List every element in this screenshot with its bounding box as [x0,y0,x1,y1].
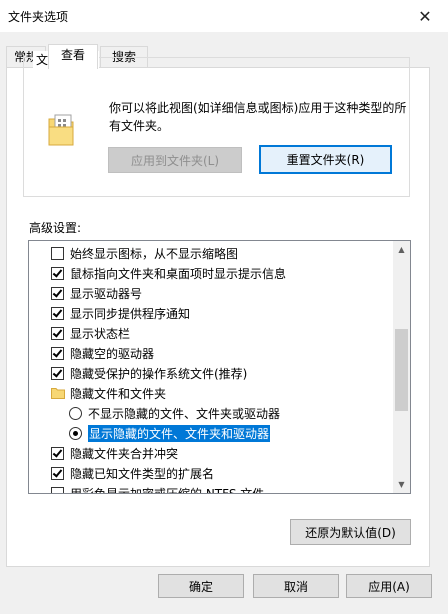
restore-defaults-label: 还原为默认值(D) [305,525,396,540]
checkmark-icon [52,346,63,358]
tree-row-checkbox[interactable]: 始终显示图标，从不显示缩略图 [29,243,393,263]
checkmark-icon [52,366,63,378]
ok-button[interactable]: 确定 [158,574,244,598]
tree-row-checkbox[interactable]: 隐藏已知文件类型的扩展名 [29,463,393,483]
tree-row-label: 显示驱动器号 [70,286,143,301]
advanced-settings-tree[interactable]: 始终显示图标，从不显示缩略图 鼠标指向文件夹和桌面项时显示提示信息 显示驱动器号 显示… [28,240,411,494]
checkbox-checked[interactable] [51,266,64,280]
tree-row-radio[interactable]: 显示隐藏的文件、文件夹和驱动器 [29,423,393,443]
title-bar: 文件夹选项 ✕ [0,0,448,32]
tree-row-label: 始终显示图标，从不显示缩略图 [70,246,239,261]
checkbox-checked[interactable] [51,286,64,300]
checkmark-icon [52,286,63,298]
close-button[interactable]: ✕ [402,0,448,32]
reset-folders-label: 重置文件夹(R) [286,153,365,167]
checkmark-icon [52,306,63,318]
checkmark-icon [52,326,63,338]
folder-view-icon [48,114,74,146]
folder-views-description: 你可以将此视图(如详细信息或图标)应用于这种类型的所有文件夹。 [109,101,407,133]
checkmark-icon [52,446,63,458]
checkmark-icon [52,466,63,478]
restore-defaults-button[interactable]: 还原为默认值(D) [290,519,411,545]
folder-icon [51,388,65,399]
tab-view[interactable]: 查看 [48,44,98,69]
tree-row-checkbox[interactable]: 用彩色显示加密或压缩的 NTFS 文件 [29,483,393,494]
checkbox-checked[interactable] [51,326,64,340]
tree-row-checkbox[interactable]: 隐藏文件夹合并冲突 [29,443,393,463]
tree-row-radio[interactable]: 不显示隐藏的文件、文件夹或驱动器 [29,403,393,423]
tree-row-label: 隐藏受保护的操作系统文件(推荐) [70,366,248,381]
tree-row-label: 隐藏文件和文件夹 [70,386,167,401]
tree-row-label: 显示同步提供程序通知 [70,306,191,321]
tree-row-label: 显示状态栏 [70,326,131,341]
cancel-label: 取消 [283,579,308,594]
advanced-settings-label: 高级设置: [29,221,82,235]
radio-selected[interactable] [69,426,82,440]
tree-row-label: 显示隐藏的文件、文件夹和驱动器 [88,424,271,442]
checkmark-icon [52,266,63,278]
tree-row-label: 隐藏文件夹合并冲突 [70,446,179,461]
apply-to-folders-label: 应用到文件夹(L) [130,153,220,168]
scroll-down-icon[interactable]: ▼ [393,476,410,493]
checkbox-checked[interactable] [51,306,64,320]
apply-label: 应用(A) [368,579,410,594]
tree-row-label: 用彩色显示加密或压缩的 NTFS 文件 [70,486,265,494]
tree-row-checkbox[interactable]: 显示驱动器号 [29,283,393,303]
scroll-up-icon[interactable]: ▲ [393,241,410,258]
scroll-thumb[interactable] [395,329,408,411]
tree-row-checkbox[interactable]: 鼠标指向文件夹和桌面项时显示提示信息 [29,263,393,283]
checkbox-unchecked[interactable] [51,246,64,260]
tree-row-label: 隐藏已知文件类型的扩展名 [70,466,215,481]
cancel-button[interactable]: 取消 [253,574,339,598]
tree-row-checkbox[interactable]: 显示状态栏 [29,323,393,343]
radio-dot-icon [73,430,78,436]
checkbox-checked[interactable] [51,346,64,360]
radio-unselected[interactable] [69,406,82,420]
checkbox-unchecked[interactable] [51,486,64,493]
tree-row-label: 鼠标指向文件夹和桌面项时显示提示信息 [70,266,287,281]
checkbox-checked[interactable] [51,466,64,480]
tree-row-checkbox[interactable]: 隐藏空的驱动器 [29,343,393,363]
tree-row-checkbox[interactable]: 显示同步提供程序通知 [29,303,393,323]
checkbox-checked[interactable] [51,446,64,460]
tree-row-folder: 隐藏文件和文件夹 [29,383,393,403]
close-icon: ✕ [418,6,432,26]
tree-scrollbar[interactable]: ▲ ▼ [393,241,410,493]
ok-label: 确定 [188,579,213,594]
reset-folders-button[interactable]: 重置文件夹(R) [259,145,392,174]
tab-view-label: 查看 [60,48,85,62]
apply-to-folders-button[interactable]: 应用到文件夹(L) [108,147,242,173]
tree-row-label: 不显示隐藏的文件、文件夹或驱动器 [88,406,281,421]
apply-button[interactable]: 应用(A) [346,574,432,598]
tree-row-label: 隐藏空的驱动器 [70,346,155,361]
window-title: 文件夹选项 [8,10,69,24]
checkbox-checked[interactable] [51,366,64,380]
tree-row-checkbox[interactable]: 隐藏受保护的操作系统文件(推荐) [29,363,393,383]
